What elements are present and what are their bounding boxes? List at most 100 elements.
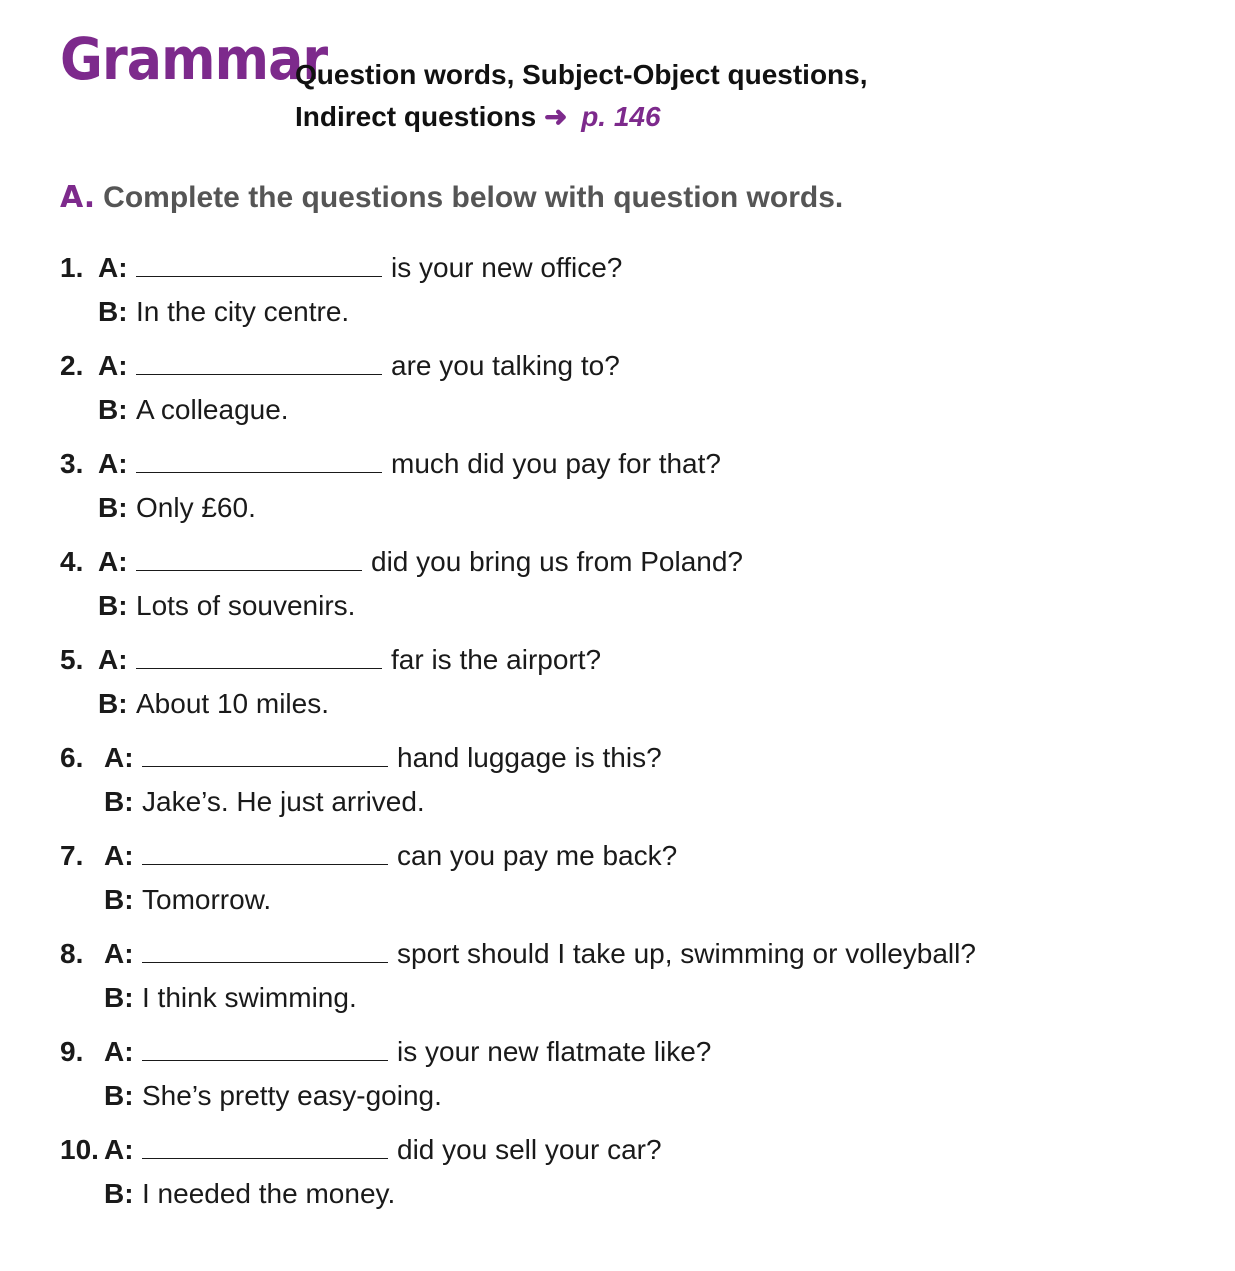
answer-blank[interactable] <box>136 248 382 277</box>
question-line: 5. A: far is the airport? <box>60 640 601 680</box>
question-text: sport should I take up, swimming or voll… <box>397 938 976 969</box>
section-subtitle: Question words, Subject-Object questions… <box>295 54 868 138</box>
section-title: Grammar <box>60 25 328 93</box>
answer-text: She’s pretty easy-going. <box>142 1080 442 1111</box>
question-line: 1. A: is your new office? <box>60 248 622 288</box>
question-text: much did you pay for that? <box>391 448 721 479</box>
exercise-item: 2. A: are you talking to? B: A colleague. <box>60 346 1210 436</box>
question-text: is your new office? <box>391 252 623 283</box>
instruction-text: Complete the questions below with questi… <box>103 181 844 214</box>
answer-line: B: She’s pretty easy-going. <box>104 1076 442 1116</box>
question-text: is your new flatmate like? <box>397 1036 712 1067</box>
answer-text: Lots of souvenirs. <box>136 590 356 621</box>
question-text: did you bring us from Poland? <box>371 546 743 577</box>
answer-line: B: Lots of souvenirs. <box>98 586 355 626</box>
speaker-a-label: A: <box>104 1134 134 1165</box>
question-text: did you sell your car? <box>397 1134 662 1165</box>
speaker-b-label: B: <box>104 1080 134 1111</box>
answer-blank[interactable] <box>142 1130 388 1159</box>
item-number: 2. <box>60 350 84 381</box>
exercise-instruction: A. Complete the questions below with ques… <box>60 178 843 218</box>
speaker-a-label: A: <box>104 840 134 871</box>
speaker-b-label: B: <box>104 884 134 915</box>
answer-blank[interactable] <box>136 640 382 669</box>
subtitle-line2: Indirect questions <box>295 101 537 132</box>
speaker-a-label: A: <box>104 1036 134 1067</box>
speaker-b-label: B: <box>104 1178 134 1209</box>
answer-blank[interactable] <box>142 1032 388 1061</box>
item-number: 1. <box>60 252 84 283</box>
answer-line: B: Only £60. <box>98 488 256 528</box>
answer-blank[interactable] <box>142 836 388 865</box>
answer-text: Tomorrow. <box>142 884 272 915</box>
question-text: far is the airport? <box>391 644 602 675</box>
answer-line: B: Tomorrow. <box>104 880 271 920</box>
answer-blank[interactable] <box>136 542 362 571</box>
question-line: 9. A: is your new flatmate like? <box>60 1032 711 1072</box>
speaker-b-label: B: <box>104 982 134 1013</box>
speaker-b-label: B: <box>98 688 128 719</box>
answer-blank[interactable] <box>142 934 388 963</box>
item-number: 3. <box>60 448 84 479</box>
question-text: hand luggage is this? <box>397 742 662 773</box>
speaker-b-label: B: <box>98 296 128 327</box>
answer-blank[interactable] <box>142 738 388 767</box>
speaker-b-label: B: <box>98 394 128 425</box>
question-text: can you pay me back? <box>397 840 678 871</box>
speaker-a-label: A: <box>98 448 128 479</box>
question-line: 2. A: are you talking to? <box>60 346 620 386</box>
answer-text: I think swimming. <box>142 982 357 1013</box>
speaker-a-label: A: <box>98 546 128 577</box>
question-line: 6. A: hand luggage is this? <box>60 738 662 778</box>
exercise-item: 9. A: is your new flatmate like? B: She’s pr… <box>60 1032 1210 1122</box>
question-line: 4. A: did you bring us from Poland? <box>60 542 743 582</box>
exercise-item: 6. A: hand luggage is this? B: Jake’s. He ju… <box>60 738 1210 828</box>
question-line: 3. A: much did you pay for that? <box>60 444 721 484</box>
answer-line: B: I think swimming. <box>104 978 357 1018</box>
answer-line: B: I needed the money. <box>104 1174 395 1214</box>
question-line: 7. A: can you pay me back? <box>60 836 677 876</box>
answer-text: I needed the money. <box>142 1178 396 1209</box>
speaker-a-label: A: <box>104 742 134 773</box>
item-number: 10. <box>60 1134 99 1165</box>
speaker-a-label: A: <box>98 350 128 381</box>
page-reference-link[interactable]: p. 146 <box>581 101 660 132</box>
answer-line: B: In the city centre. <box>98 292 349 332</box>
exercise-item: 4. A: did you bring us from Poland? B: Lots … <box>60 542 1210 632</box>
answer-text: A colleague. <box>136 394 289 425</box>
item-number: 5. <box>60 644 84 675</box>
answer-line: B: About 10 miles. <box>98 684 329 724</box>
answer-text: About 10 miles. <box>136 688 329 719</box>
item-number: 6. <box>60 742 84 773</box>
exercise-item: 1. A: is your new office? B: In the city cen… <box>60 248 1210 338</box>
exercise-item: 10. A: did you sell your car? B: I needed th… <box>60 1130 1210 1220</box>
speaker-a-label: A: <box>98 644 128 675</box>
item-number: 7. <box>60 840 84 871</box>
answer-line: B: A colleague. <box>98 390 289 430</box>
exercise-item: 7. A: can you pay me back? B: Tomorrow. <box>60 836 1210 926</box>
answer-blank[interactable] <box>136 444 382 473</box>
item-number: 4. <box>60 546 84 577</box>
question-text: are you talking to? <box>391 350 620 381</box>
question-line: 8. A: sport should I take up, swimming or … <box>60 934 976 974</box>
item-number: 8. <box>60 938 84 969</box>
answer-text: Jake’s. He just arrived. <box>142 786 425 817</box>
answer-text: In the city centre. <box>136 296 350 327</box>
speaker-b-label: B: <box>98 590 128 621</box>
exercise-item: 3. A: much did you pay for that? B: Only £60… <box>60 444 1210 534</box>
exercise-letter: A. <box>60 180 96 215</box>
item-number: 9. <box>60 1036 84 1067</box>
subtitle-line2-wrap: Indirect questions ➜ p. 146 <box>295 96 868 138</box>
exercise-item: 5. A: far is the airport? B: About 10 miles. <box>60 640 1210 730</box>
speaker-a-label: A: <box>98 252 128 283</box>
exercise-item: 8. A: sport should I take up, swimming or … <box>60 934 1210 1024</box>
answer-line: B: Jake’s. He just arrived. <box>104 782 425 822</box>
answer-text: Only £60. <box>136 492 256 523</box>
arrow-right-icon: ➜ <box>543 101 568 132</box>
answer-blank[interactable] <box>136 346 382 375</box>
speaker-a-label: A: <box>104 938 134 969</box>
speaker-b-label: B: <box>104 786 134 817</box>
question-line: 10. A: did you sell your car? <box>60 1130 662 1170</box>
subtitle-line1: Question words, Subject-Object questions… <box>295 59 868 90</box>
speaker-b-label: B: <box>98 492 128 523</box>
